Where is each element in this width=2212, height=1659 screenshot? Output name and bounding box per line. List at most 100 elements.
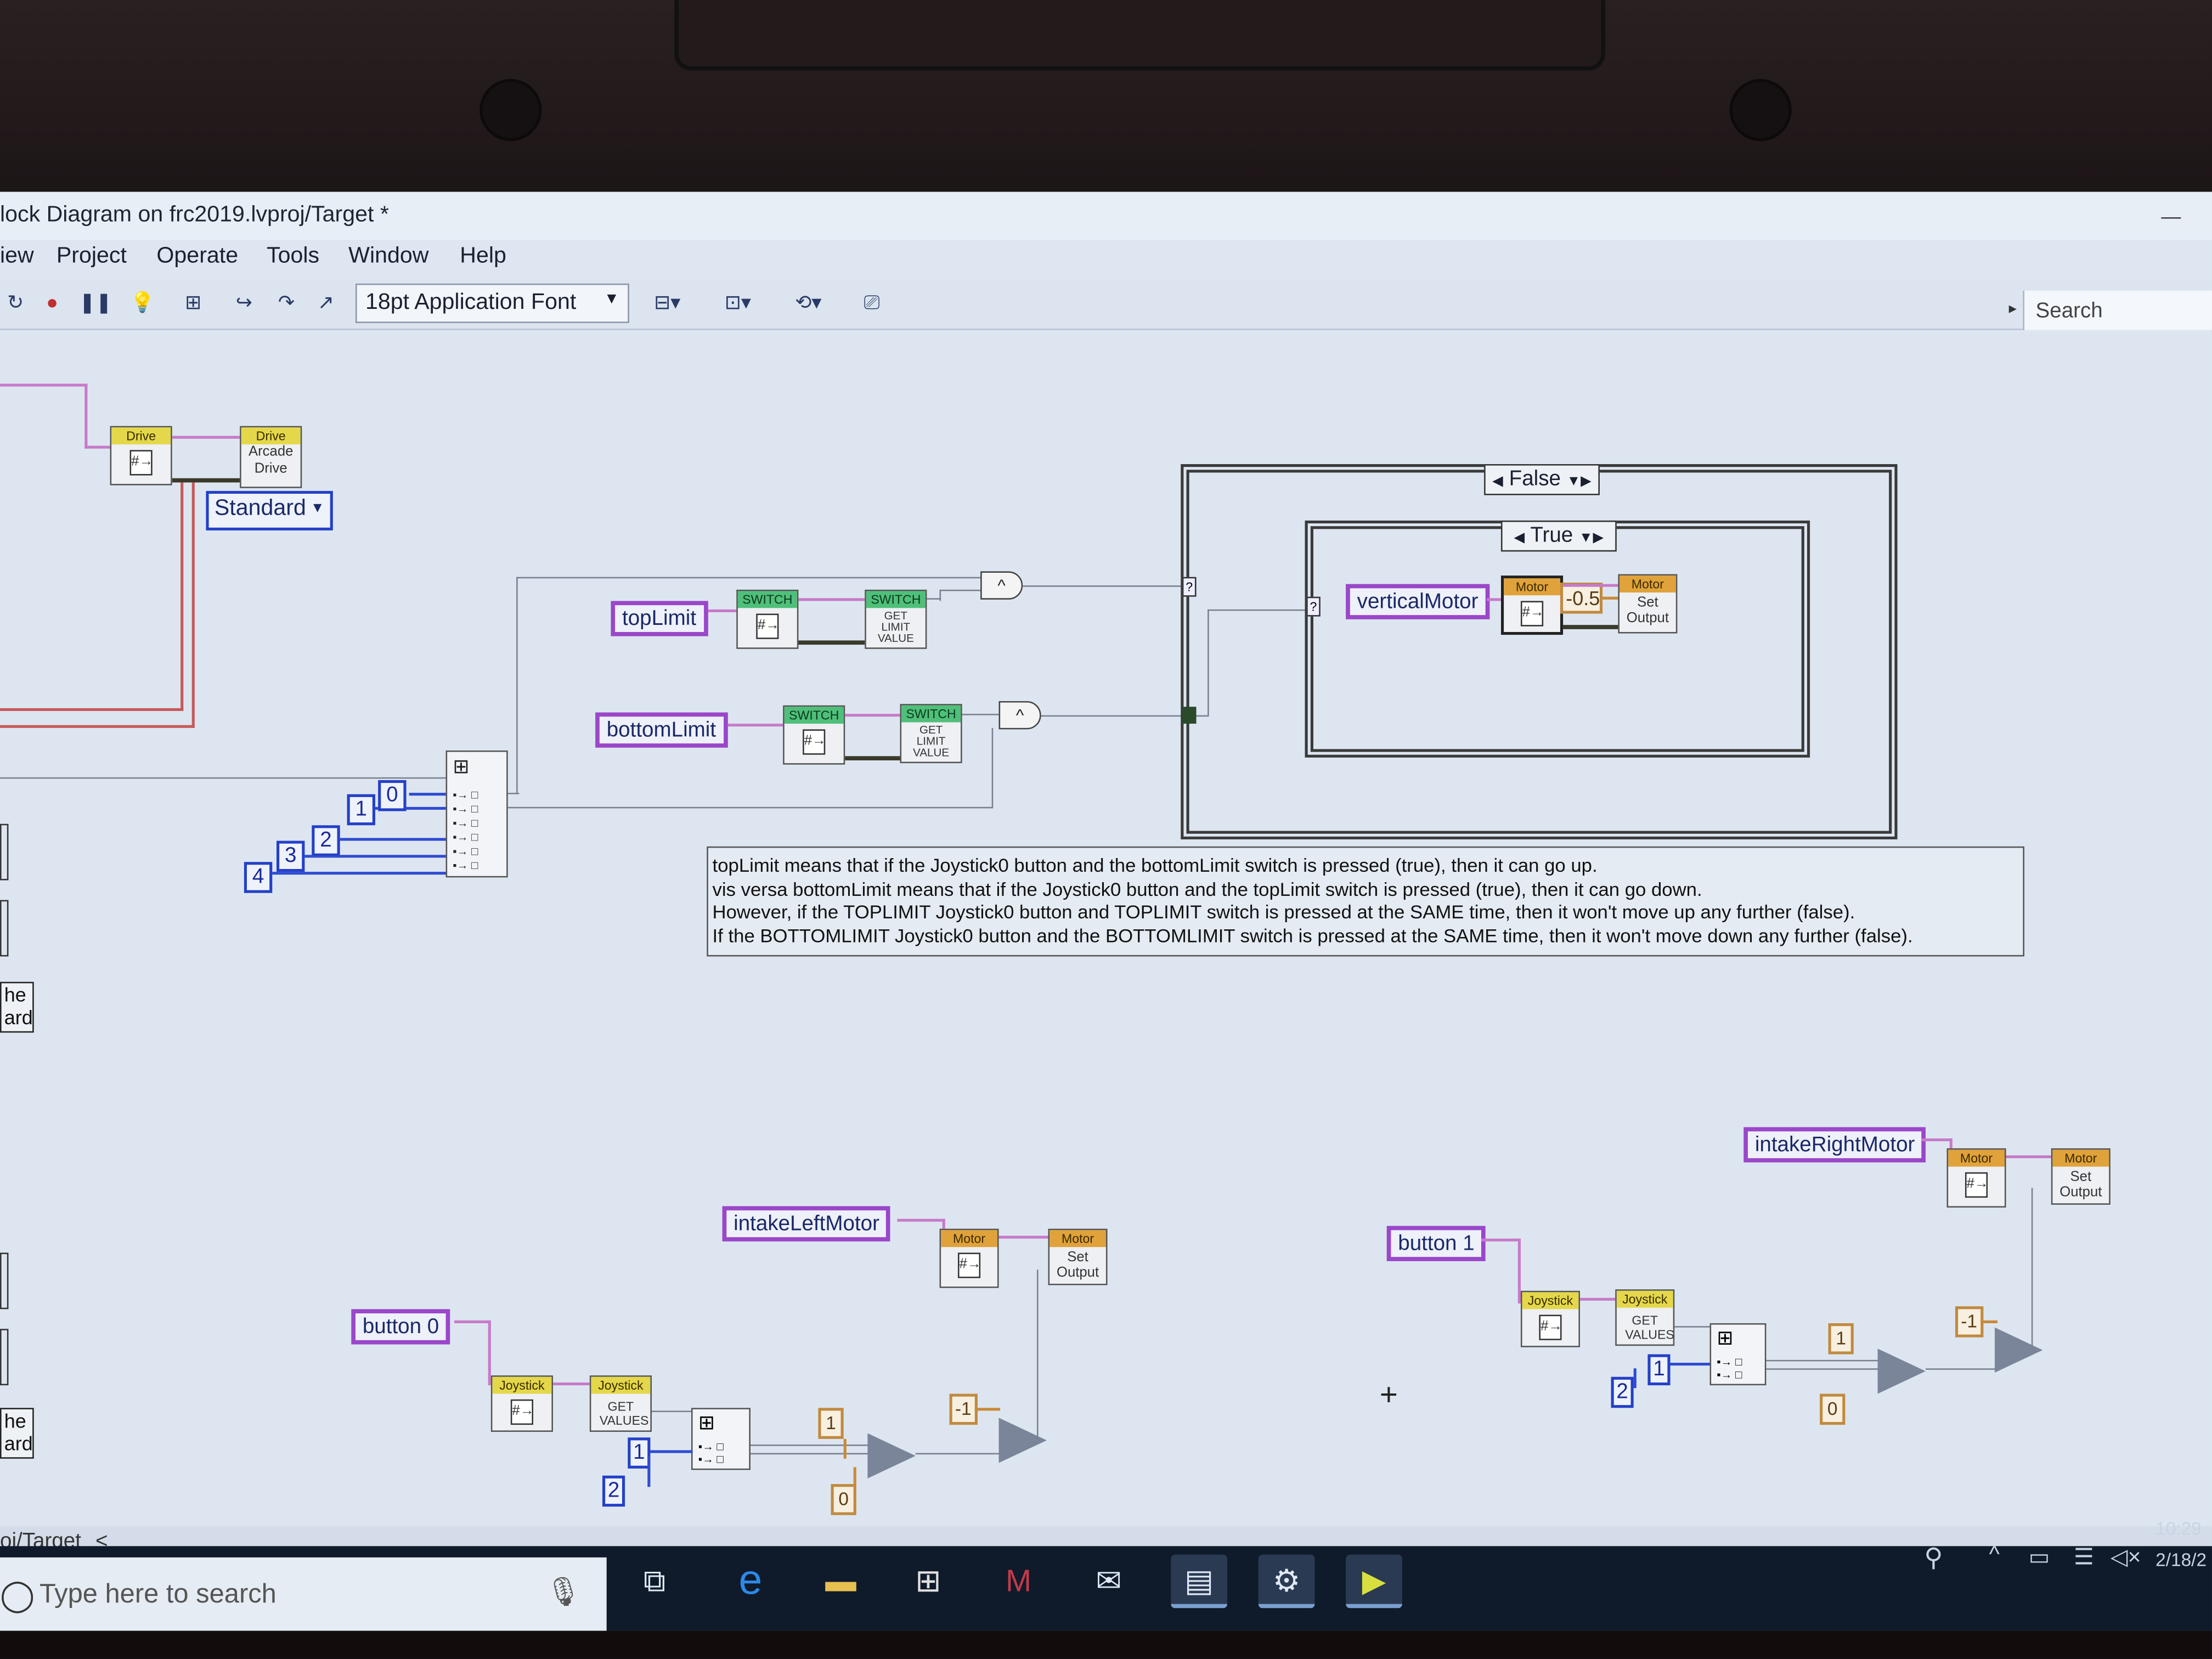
vi-header: Motor	[2052, 1149, 2109, 1167]
vertical-motor-set-output-vi[interactable]: Motor Set Output	[1618, 574, 1678, 634]
reorder-icon[interactable]: ⟲▾	[785, 286, 832, 318]
index-constant[interactable]: 3	[276, 840, 305, 872]
wire	[708, 609, 740, 612]
left-edge-fragment	[0, 1329, 9, 1386]
abort-icon[interactable]: ●	[37, 286, 68, 318]
taskbar-search-input[interactable]: ◯ Type here to search 🎙	[0, 1557, 607, 1631]
menu-project[interactable]: Project	[57, 244, 127, 269]
numeric-constant[interactable]: 0	[1820, 1393, 1846, 1425]
numeric-constant[interactable]: -1	[1955, 1306, 1983, 1338]
battery-icon[interactable]: ▭	[2029, 1543, 2050, 1571]
step-over-icon[interactable]: ↷	[271, 286, 302, 318]
frc-driver-station-icon[interactable]: ⚙	[1258, 1554, 1315, 1609]
case-selector-outer[interactable]: ◀ False ▼▶	[1484, 464, 1600, 495]
comment-box[interactable]: topLimit means that if the Joystick0 but…	[707, 846, 2024, 957]
minimize-icon[interactable]: —	[2161, 205, 2181, 227]
speed-constant[interactable]: -0.5	[1560, 582, 1603, 614]
search-arrow-icon: ▸	[2008, 300, 2017, 318]
file-explorer-icon[interactable]: ▬	[812, 1555, 869, 1609]
align-objects-icon[interactable]: ⊟▾	[644, 286, 691, 318]
step-into-icon[interactable]: ↪	[229, 286, 260, 318]
and-gate-bottom[interactable]: ^	[998, 701, 1041, 730]
joystick-left-ref-vi[interactable]: Joystick #→	[490, 1375, 553, 1432]
select-node-right[interactable]	[1877, 1348, 1926, 1394]
multiply-node-left[interactable]	[998, 1418, 1047, 1463]
intake-left-motor-set-output-vi[interactable]: Motor Set Output	[1048, 1228, 1108, 1285]
bottomlimit-switch-ref-vi[interactable]: SWITCH #→	[783, 705, 845, 765]
index-constant[interactable]: 2	[312, 825, 340, 856]
clock-date[interactable]: 2/18/2	[2155, 1549, 2207, 1570]
intake-left-motor-ref-vi[interactable]: Motor #→	[939, 1228, 999, 1288]
index-constant[interactable]: 2	[602, 1475, 625, 1507]
edge-browser-icon[interactable]: e	[723, 1555, 779, 1609]
clean-up-diagram-icon[interactable]: ⎚	[852, 286, 891, 318]
toplimit-switch-ref-vi[interactable]: SWITCH #→	[736, 589, 799, 649]
labview-run-icon[interactable]: ▶	[1346, 1554, 1402, 1609]
numeric-constant[interactable]: 0	[831, 1484, 856, 1515]
mcafee-icon[interactable]: M	[990, 1555, 1047, 1609]
joystick-right-get-values-vi[interactable]: Joystick GET VALUES	[1615, 1289, 1675, 1346]
intake-right-motor-ref-vi[interactable]: Motor #→	[1946, 1148, 2006, 1208]
microphone-icon[interactable]: 🎙	[545, 1575, 581, 1610]
mail-icon[interactable]: ✉	[1081, 1555, 1137, 1609]
multiply-node-right[interactable]	[1994, 1327, 2043, 1373]
menu-view[interactable]: iew	[0, 244, 34, 269]
index-constant[interactable]: 2	[1611, 1376, 1634, 1408]
highlight-execution-icon[interactable]: 💡	[127, 286, 158, 318]
volume-mute-icon[interactable]: ◁×	[2111, 1543, 2141, 1571]
bottomlimit-control[interactable]: bottomLimit	[595, 712, 727, 748]
numeric-constant[interactable]: 1	[1828, 1323, 1854, 1355]
intakerightmotor-control[interactable]: intakeRightMotor	[1743, 1127, 1926, 1163]
index-constant[interactable]: 1	[347, 794, 375, 826]
select-node-left[interactable]	[867, 1433, 916, 1479]
clock-time[interactable]: 10:29	[2155, 1518, 2202, 1539]
numeric-constant[interactable]: 1	[818, 1408, 844, 1439]
wifi-icon[interactable]: ☰	[2074, 1543, 2094, 1571]
index-constant[interactable]: 1	[1647, 1354, 1671, 1386]
bottomlimit-get-value-vi[interactable]: SWITCH GET LIMIT VALUE	[900, 704, 962, 764]
standard-enum[interactable]: Standard ▼	[206, 490, 333, 531]
and-gate-top[interactable]: ^	[980, 571, 1023, 600]
people-icon[interactable]: ⚲	[1924, 1543, 1943, 1573]
vertical-motor-ref-vi[interactable]: Motor #→	[1500, 575, 1564, 635]
numeric-constant[interactable]: -1	[949, 1393, 977, 1425]
labview-window-icon[interactable]: ▤	[1171, 1554, 1228, 1609]
case-structure-inner[interactable]	[1305, 520, 1810, 758]
joystick-right-ref-vi[interactable]: Joystick #→	[1520, 1290, 1580, 1347]
store-icon[interactable]: ⊞	[900, 1555, 957, 1609]
pause-icon[interactable]: ❚❚	[79, 286, 112, 318]
task-view-icon[interactable]: ⧉	[627, 1555, 683, 1609]
index-array-right[interactable]: ⊞ ▪→ □ ▪→ □	[1709, 1323, 1767, 1386]
menu-tools[interactable]: Tools	[267, 244, 319, 269]
wire	[338, 838, 446, 841]
menu-operate[interactable]: Operate	[156, 244, 238, 269]
toplimit-get-value-vi[interactable]: SWITCH GET LIMIT VALUE	[865, 589, 927, 649]
chevron-up-icon[interactable]: ^	[1989, 1543, 2000, 1568]
search-input[interactable]: Search	[2023, 290, 2212, 330]
index-constant[interactable]: 4	[244, 862, 273, 893]
vi-header: Drive	[111, 427, 171, 444]
wire	[84, 383, 88, 449]
font-select[interactable]: 18pt Application Font ▼	[355, 283, 629, 323]
menu-window[interactable]: Window	[348, 244, 428, 269]
distribute-objects-icon[interactable]: ⊡▾	[714, 286, 761, 318]
run-continuously-icon[interactable]: ↻	[0, 286, 31, 318]
intake-right-motor-set-output-vi[interactable]: Motor Set Output	[2051, 1148, 2111, 1205]
joystick-left-get-values-vi[interactable]: Joystick GET VALUES	[589, 1375, 652, 1432]
retain-wire-values-icon[interactable]: ⊞	[178, 286, 209, 318]
button0-control[interactable]: button 0	[351, 1309, 450, 1345]
step-out-icon[interactable]: ↗	[311, 286, 342, 318]
menu-help[interactable]: Help	[460, 244, 506, 269]
case-selector-inner[interactable]: ◀ True ▼▶	[1500, 520, 1617, 552]
wire	[1766, 1359, 1880, 1362]
index-constant[interactable]: 1	[628, 1437, 651, 1469]
index-array-left[interactable]: ⊞ ▪→ □ ▪→ □	[691, 1408, 751, 1470]
toplimit-control[interactable]: topLimit	[611, 601, 708, 636]
drive-ref-vi[interactable]: Drive #→	[110, 426, 172, 486]
verticalmotor-control[interactable]: verticalMotor	[1346, 584, 1490, 619]
button1-control[interactable]: button 1	[1386, 1226, 1486, 1261]
arcade-drive-vi[interactable]: Drive Arcade Drive	[240, 426, 302, 488]
index-constant[interactable]: 0	[378, 780, 407, 811]
intakeleftmotor-control[interactable]: intakeLeftMotor	[722, 1206, 891, 1242]
index-array-node[interactable]: ⊞ ▪→ □ ▪→ □ ▪→ □ ▪→ □ ▪→ □ ▪→ □	[445, 750, 508, 878]
